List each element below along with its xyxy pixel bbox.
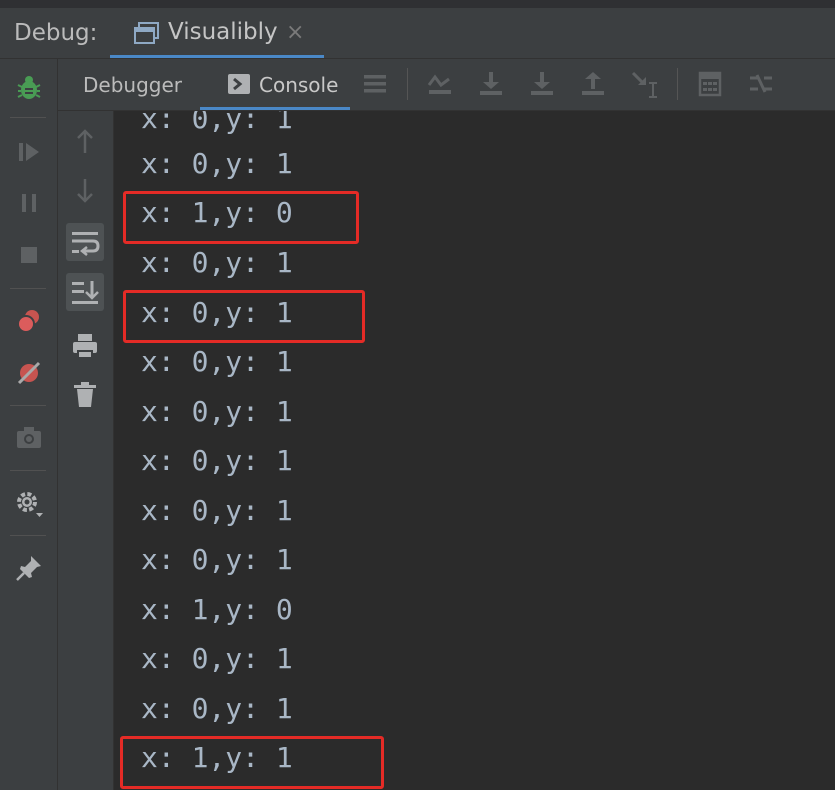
session-window-icon (134, 22, 160, 44)
debug-title-bar: Debug: Visualibly × (0, 8, 835, 59)
layout-icon[interactable] (358, 67, 392, 101)
tab-console-label: Console (259, 73, 339, 97)
step-out-icon[interactable] (576, 67, 610, 101)
console-line: x: 0,y: 1 (141, 444, 293, 477)
session-tab-indicator (110, 55, 324, 58)
window-top-strip (0, 0, 835, 8)
toolbar-separator (10, 535, 46, 536)
highlight-box (120, 736, 384, 789)
step-into-icon[interactable] (525, 67, 559, 101)
console-line: x: 0,y: 1 (141, 345, 293, 378)
toolbar-separator (407, 68, 408, 100)
toolbar-separator (10, 117, 46, 118)
stop-icon[interactable] (12, 238, 46, 272)
console-tab-indicator (200, 107, 350, 110)
console-line: x: 0,y: 1 (141, 111, 293, 135)
session-name: Visualibly (168, 19, 278, 45)
print-icon[interactable] (66, 327, 104, 365)
console-output[interactable]: x: 0,y: 1 x: 0,y: 1 x: 1,y: 0 x: 0,y: 1 … (114, 111, 835, 790)
camera-icon[interactable] (12, 421, 46, 455)
tab-debugger[interactable]: Debugger (83, 73, 182, 97)
toolbar-separator (10, 470, 46, 471)
console-line: x: 0,y: 1 (141, 246, 293, 279)
toolbar-separator (677, 68, 678, 100)
console-line: x: 1,y: 0 (141, 593, 293, 626)
console-line: x: 0,y: 1 (141, 395, 293, 428)
toolbar-separator (10, 405, 46, 406)
pause-icon[interactable] (12, 186, 46, 220)
pin-icon[interactable] (12, 551, 46, 585)
close-icon[interactable]: × (286, 20, 304, 45)
console-line: x: 0,y: 1 (141, 692, 293, 725)
toolbar-separator (10, 288, 46, 289)
up-arrow-icon[interactable] (66, 122, 104, 160)
evaluate-expression-icon[interactable] (693, 67, 727, 101)
console-icon (228, 74, 250, 94)
settings-icon[interactable] (12, 487, 46, 521)
highlight-box (123, 290, 365, 343)
console-line: x: 0,y: 1 (141, 494, 293, 527)
show-execution-point-icon[interactable] (423, 67, 457, 101)
debug-tab-bar: Debugger Console (58, 59, 835, 111)
debug-session-tab[interactable]: Visualibly × (110, 8, 324, 58)
console-side-toolbar (58, 111, 114, 790)
view-breakpoints-icon[interactable] (12, 304, 46, 338)
scroll-to-end-icon[interactable] (66, 273, 104, 311)
console-line: x: 0,y: 1 (141, 543, 293, 576)
resume-icon[interactable] (12, 135, 46, 169)
console-line: x: 0,y: 1 (141, 642, 293, 675)
console-line: x: 0,y: 1 (141, 147, 293, 180)
down-arrow-icon[interactable] (66, 172, 104, 210)
debug-left-toolbar (0, 59, 58, 790)
soft-wrap-icon[interactable] (66, 223, 104, 261)
highlight-box (123, 191, 359, 244)
trace-icon[interactable] (744, 67, 778, 101)
run-to-cursor-icon[interactable] (627, 67, 661, 101)
mute-breakpoints-icon[interactable] (12, 356, 46, 390)
tab-console[interactable]: Console (200, 59, 350, 110)
trash-icon[interactable] (66, 376, 104, 414)
step-over-icon[interactable] (474, 67, 508, 101)
debug-bug-icon[interactable] (12, 71, 46, 105)
debug-label: Debug: (14, 20, 98, 46)
